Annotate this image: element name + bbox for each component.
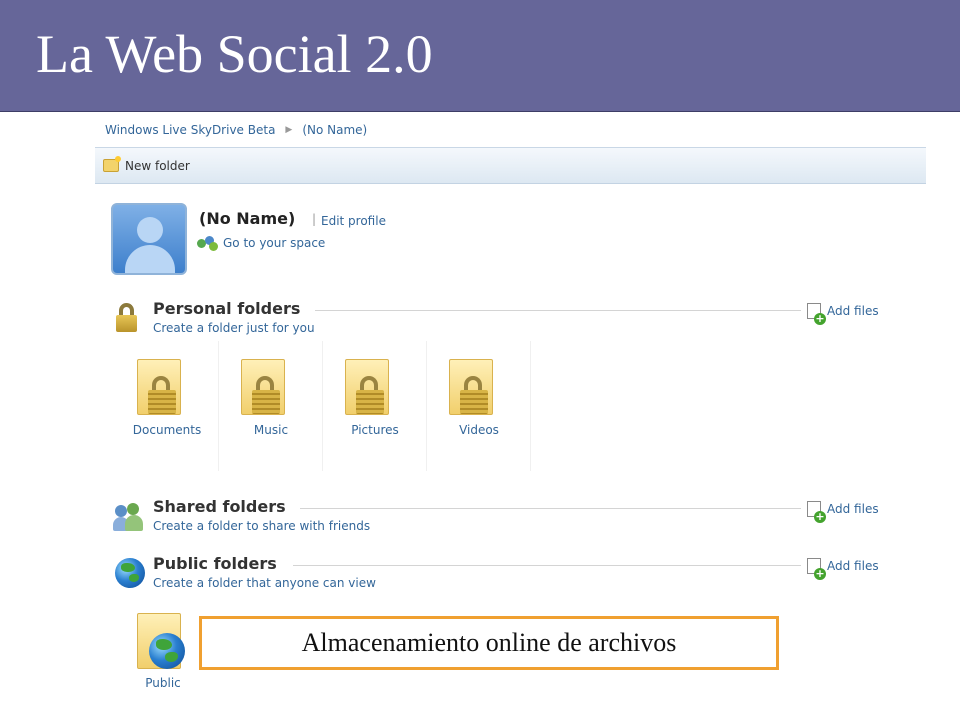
folder-label: Music (253, 423, 289, 437)
go-to-space-label: Go to your space (223, 236, 326, 250)
caption-box: Almacenamiento online de archivos (199, 616, 779, 670)
folder-label: Public (145, 676, 181, 690)
breadcrumb-separator-icon: ▶ (285, 125, 293, 135)
shared-add-files-label: Add files (827, 502, 879, 516)
toolbar: New folder (95, 147, 926, 184)
new-folder-label: New folder (125, 158, 190, 173)
breadcrumb-skydrive-link[interactable]: Windows Live SkyDrive Beta (105, 123, 275, 137)
public-folders-section: Public folders Create a folder that anyo… (95, 552, 926, 592)
slide-title: La Web Social 2.0 (36, 24, 433, 84)
locked-folder-icon (137, 359, 181, 415)
new-folder-button[interactable]: New folder (103, 156, 190, 173)
breadcrumb: Windows Live SkyDrive Beta ▶ (No Name) (105, 121, 367, 139)
people-icon (197, 236, 218, 251)
public-folders-title: Public folders (153, 554, 277, 573)
add-file-icon (807, 501, 826, 523)
user-avatar[interactable] (111, 203, 187, 275)
locked-folder-icon (241, 359, 285, 415)
shared-divider (300, 508, 801, 509)
personal-divider (315, 310, 801, 311)
shared-add-files-button[interactable]: Add files (807, 501, 879, 523)
breadcrumb-current[interactable]: (No Name) (302, 123, 367, 137)
folder-label: Pictures (351, 423, 399, 437)
folder-label: Videos (459, 423, 499, 437)
create-personal-folder-link[interactable]: Create a folder just for you (153, 321, 315, 335)
shared-folders-section: Shared folders Create a folder to share … (95, 495, 926, 535)
globe-icon (115, 558, 145, 588)
slide-header: La Web Social 2.0 (0, 0, 960, 112)
folder-documents[interactable]: Documents (115, 341, 219, 471)
globe-icon (149, 633, 185, 669)
avatar-head-shape (137, 217, 163, 243)
personal-folders-section: Personal folders Create a folder just fo… (95, 297, 926, 337)
personal-folders-title: Personal folders (153, 299, 301, 318)
add-file-icon (807, 558, 826, 580)
avatar-body-shape (125, 245, 175, 273)
public-add-files-button[interactable]: Add files (807, 558, 879, 580)
personal-add-files-label: Add files (827, 304, 879, 318)
folder-label: Documents (132, 423, 202, 437)
folder-videos[interactable]: Videos (427, 341, 531, 471)
add-file-icon (807, 303, 826, 325)
profile-name: (No Name) (199, 209, 296, 228)
create-public-folder-link[interactable]: Create a folder that anyone can view (153, 576, 376, 590)
folder-music[interactable]: Music (219, 341, 323, 471)
public-divider (293, 565, 801, 566)
locked-folder-icon (345, 359, 389, 415)
public-add-files-label: Add files (827, 559, 879, 573)
lock-icon (113, 301, 147, 335)
create-shared-folder-link[interactable]: Create a folder to share with friends (153, 519, 370, 533)
shared-folders-title: Shared folders (153, 497, 286, 516)
locked-folder-icon (449, 359, 493, 415)
personal-add-files-button[interactable]: Add files (807, 303, 879, 325)
new-folder-icon (103, 156, 121, 172)
shared-people-icon (113, 501, 147, 535)
profile-separator: | (312, 212, 317, 226)
edit-profile-link[interactable]: Edit profile (321, 214, 386, 228)
folder-pictures[interactable]: Pictures (323, 341, 427, 471)
go-to-space-link[interactable]: Go to your space (197, 236, 326, 251)
personal-folder-grid: Documents Music Pictures Videos (115, 341, 531, 471)
